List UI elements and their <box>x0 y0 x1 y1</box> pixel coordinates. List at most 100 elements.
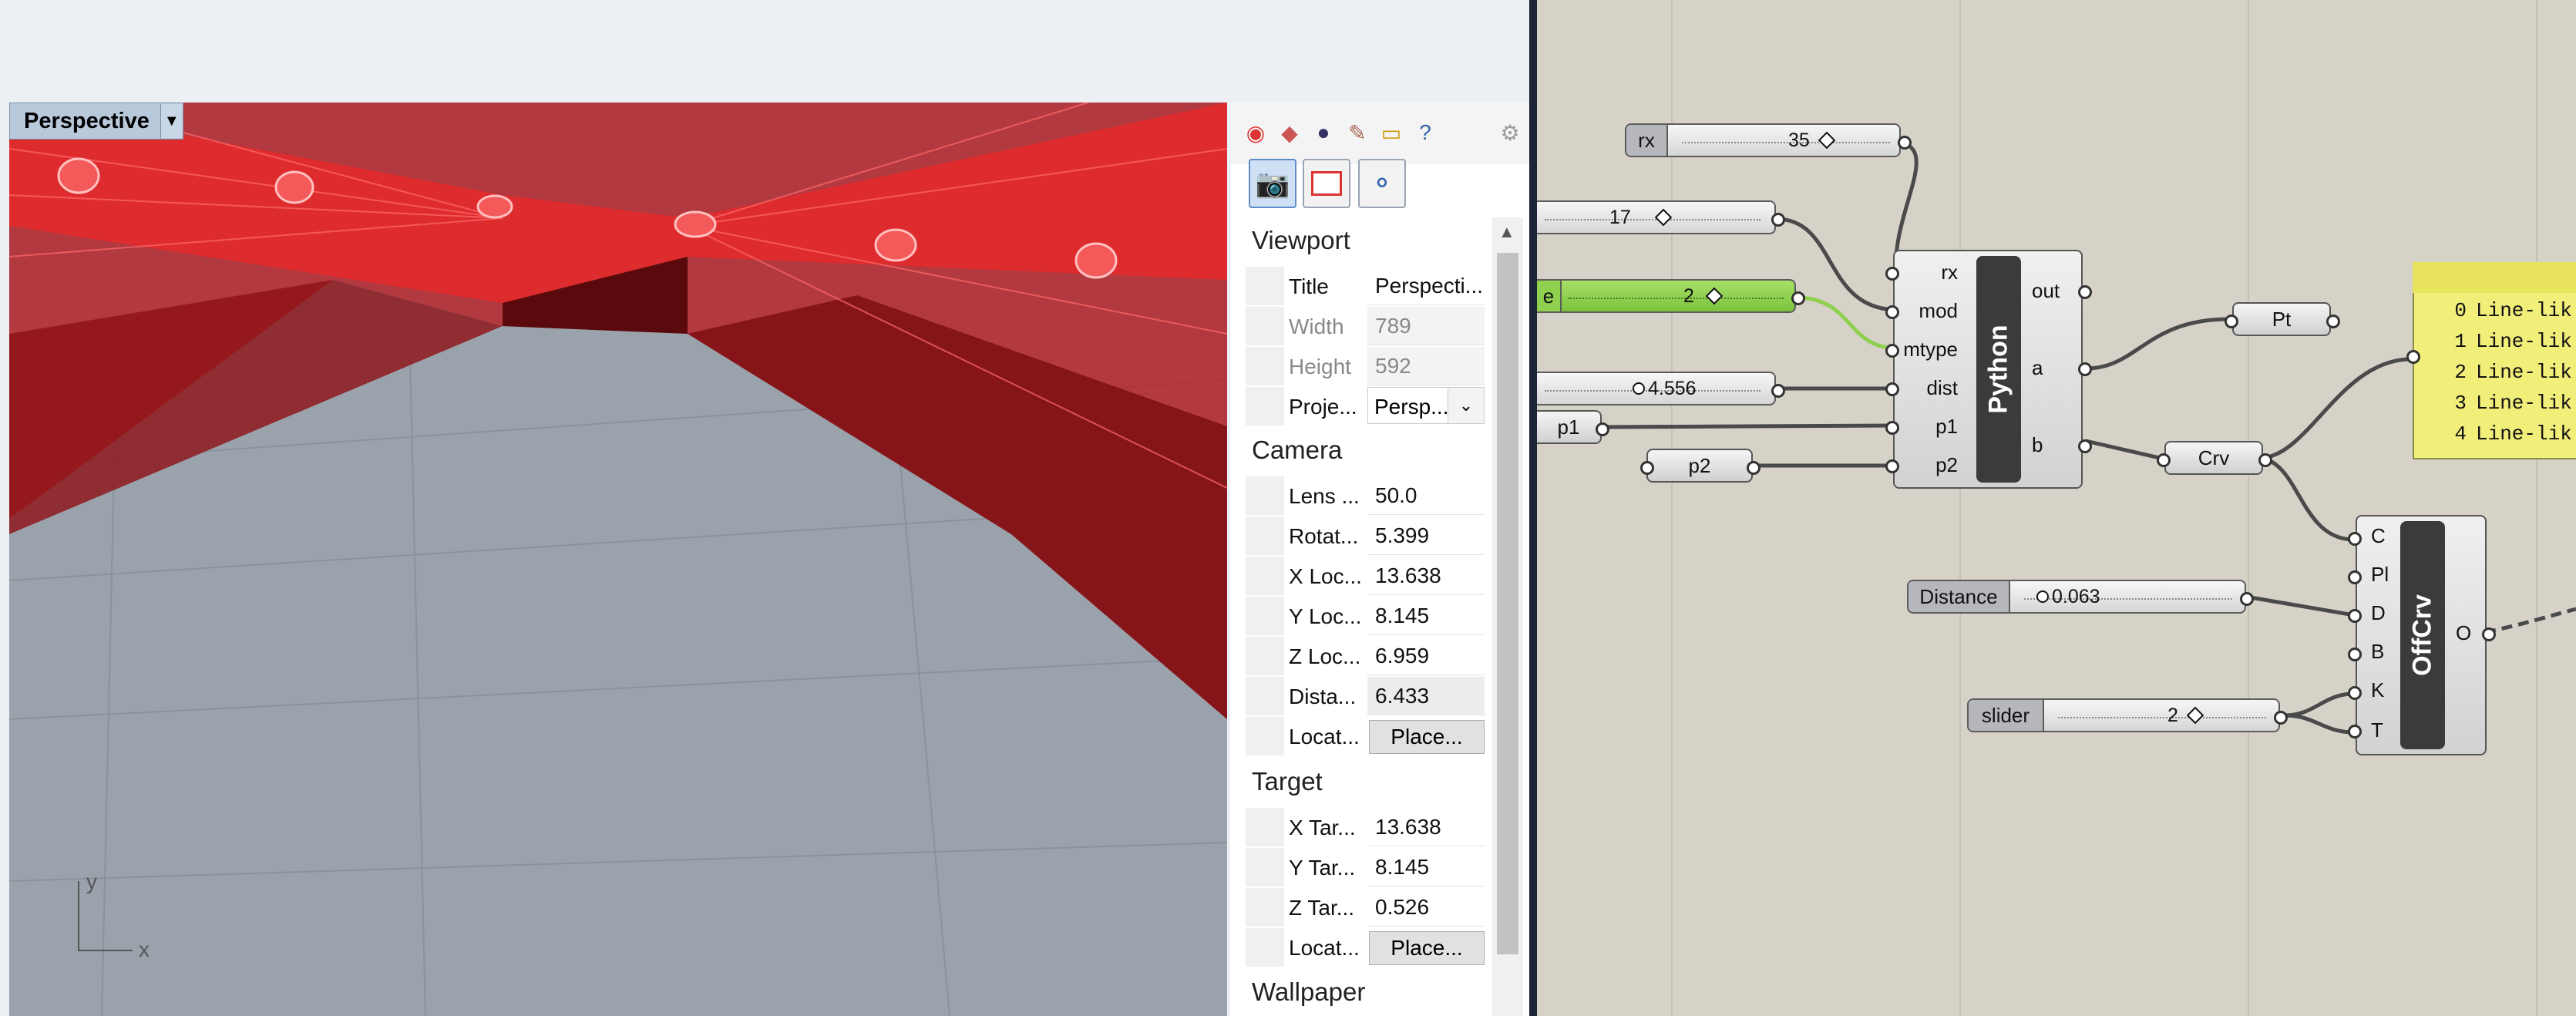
output-grip[interactable] <box>2078 285 2092 299</box>
input-grip[interactable] <box>1885 382 1899 396</box>
y-target-field[interactable]: 8.145 <box>1367 848 1485 886</box>
seventeen-slider[interactable]: 17 <box>1537 200 1776 234</box>
help-icon[interactable]: ? <box>1411 118 1440 147</box>
input-grip[interactable] <box>1885 305 1899 319</box>
input-grip[interactable] <box>2348 570 2362 584</box>
objects-tab-button[interactable]: ⚬ <box>1358 159 1406 208</box>
property-row[interactable]: Y Loc... 8.145 <box>1246 597 1485 635</box>
input-grip[interactable] <box>2348 609 2362 623</box>
input-grip[interactable] <box>1885 421 1899 435</box>
mtype-slider[interactable]: e 2 <box>1537 279 1796 313</box>
gear-icon[interactable]: ⚙ <box>1495 118 1525 147</box>
viewport-title: Perspective <box>24 108 150 133</box>
input-grip[interactable] <box>2348 686 2362 700</box>
property-row: Height 592 <box>1246 347 1485 385</box>
title-field[interactable]: Perspecti... <box>1367 267 1485 305</box>
input-grip[interactable] <box>2348 532 2362 546</box>
output-grip[interactable] <box>1898 136 1912 150</box>
output-grip[interactable] <box>2482 627 2496 641</box>
list-item: 0 Line-lik <box>2454 299 2572 322</box>
rotation-field[interactable]: 5.399 <box>1367 516 1485 555</box>
x-target-field[interactable]: 13.638 <box>1367 808 1485 846</box>
output-grip[interactable] <box>2326 315 2340 328</box>
input-grip[interactable] <box>2348 725 2362 738</box>
brush-icon[interactable]: ✎ <box>1343 118 1372 147</box>
property-row[interactable]: Dista... 6.433 <box>1246 677 1485 715</box>
property-row[interactable]: Z Loc... 6.959 <box>1246 637 1485 675</box>
input-grip[interactable] <box>1885 267 1899 281</box>
slider-knob[interactable] <box>1633 382 1645 395</box>
z-target-field[interactable]: 0.526 <box>1367 888 1485 927</box>
python-component[interactable]: rx mod mtype dist p1 p2 Python out a b <box>1893 250 2083 489</box>
slider-knob[interactable] <box>1654 208 1673 227</box>
place-camera-button[interactable]: Place... <box>1369 720 1485 754</box>
width-field: 789 <box>1367 307 1485 345</box>
offcrv-title-strip: OffCrv <box>2400 521 2445 749</box>
input-grip[interactable] <box>2157 453 2171 467</box>
crv-param[interactable]: Crv <box>2164 441 2263 475</box>
property-row[interactable]: Lens ... 50.0 <box>1246 476 1485 515</box>
spheres-icon: ⚬ <box>1370 167 1394 199</box>
list-item: 4 Line-lik <box>2454 422 2572 446</box>
y-location-field[interactable]: 8.145 <box>1367 597 1485 635</box>
offcrv-component[interactable]: C Pl D B K T OffCrv O <box>2356 515 2487 755</box>
property-row[interactable]: Rotat... 5.399 <box>1246 516 1485 555</box>
input-grip[interactable] <box>1885 459 1899 473</box>
canvas-divider[interactable] <box>1529 0 1537 1016</box>
axis-y-label: y <box>86 870 97 893</box>
scrollbar-thumb[interactable] <box>1497 253 1518 954</box>
property-row[interactable]: Locat... Place... <box>1246 717 1485 755</box>
property-row[interactable]: Z Tar... 0.526 <box>1246 888 1485 927</box>
property-row[interactable]: Title Perspecti... <box>1246 267 1485 305</box>
output-grip[interactable] <box>1596 422 1609 436</box>
slider-knob[interactable] <box>2186 706 2204 725</box>
output-grip[interactable] <box>2078 362 2092 376</box>
input-grip[interactable] <box>2348 648 2362 661</box>
perspective-viewport[interactable]: y x <box>9 103 1227 1016</box>
slider-knob[interactable] <box>1818 131 1836 150</box>
slider-knob[interactable] <box>1705 287 1723 305</box>
output-grip[interactable] <box>2078 439 2092 453</box>
dist-slider[interactable]: 4.556 <box>1537 372 1776 405</box>
slider-knob[interactable] <box>2036 590 2049 603</box>
distance-slider[interactable]: Distance 0.063 <box>1907 580 2246 614</box>
property-row[interactable]: Locat... Place... <box>1246 928 1485 967</box>
output-grip[interactable] <box>1791 291 1805 305</box>
lens-field[interactable]: 50.0 <box>1367 476 1485 515</box>
chevron-down-icon[interactable]: ⌄ <box>1448 388 1484 423</box>
property-row[interactable]: X Loc... 13.638 <box>1246 557 1485 595</box>
p2-param[interactable]: p2 <box>1646 449 1753 483</box>
viewport-menu-dropdown-icon[interactable]: ▼ <box>160 104 183 138</box>
output-grip[interactable] <box>1771 213 1785 227</box>
section-wallpaper: Wallpaper <box>1252 977 1366 1006</box>
x-location-field[interactable]: 13.638 <box>1367 557 1485 595</box>
slider-slider[interactable]: slider 2 <box>1967 698 2280 732</box>
output-grip[interactable] <box>1747 461 1760 475</box>
input-grip[interactable] <box>1885 344 1899 358</box>
input-grip[interactable] <box>1640 461 1654 475</box>
place-target-button[interactable]: Place... <box>1369 931 1485 965</box>
property-row[interactable]: Proje... Persp... ⌄ <box>1246 387 1485 426</box>
camera-tab-button[interactable]: 📷 <box>1249 159 1296 208</box>
property-row[interactable]: Y Tar... 8.145 <box>1246 848 1485 886</box>
render-icon[interactable]: ● <box>1309 118 1338 147</box>
output-grip[interactable] <box>2240 592 2254 606</box>
projection-select[interactable]: Persp... ⌄ <box>1367 387 1485 424</box>
pt-param[interactable]: Pt <box>2232 302 2331 336</box>
z-location-field[interactable]: 6.959 <box>1367 637 1485 675</box>
output-grip[interactable] <box>2258 453 2272 467</box>
scroll-up-icon[interactable]: ▲ <box>1498 222 1515 242</box>
property-row[interactable]: X Tar... 13.638 <box>1246 808 1485 846</box>
folder-icon[interactable]: ▭ <box>1377 118 1406 147</box>
rx-slider[interactable]: rx 35 <box>1625 123 1901 157</box>
output-grip[interactable] <box>2274 711 2288 725</box>
p1-param[interactable]: p1 <box>1537 410 1602 444</box>
input-grip[interactable] <box>2225 315 2238 328</box>
output-grip[interactable] <box>1771 384 1785 398</box>
input-grip[interactable] <box>2406 350 2420 364</box>
viewport-tab-button[interactable] <box>1303 159 1350 208</box>
viewport-title-tab[interactable]: Perspective ▼ <box>9 103 183 140</box>
distance-field[interactable]: 6.433 <box>1367 677 1485 715</box>
material-icon[interactable]: ◆ <box>1275 118 1304 147</box>
color-wheel-icon[interactable]: ◉ <box>1241 118 1270 147</box>
